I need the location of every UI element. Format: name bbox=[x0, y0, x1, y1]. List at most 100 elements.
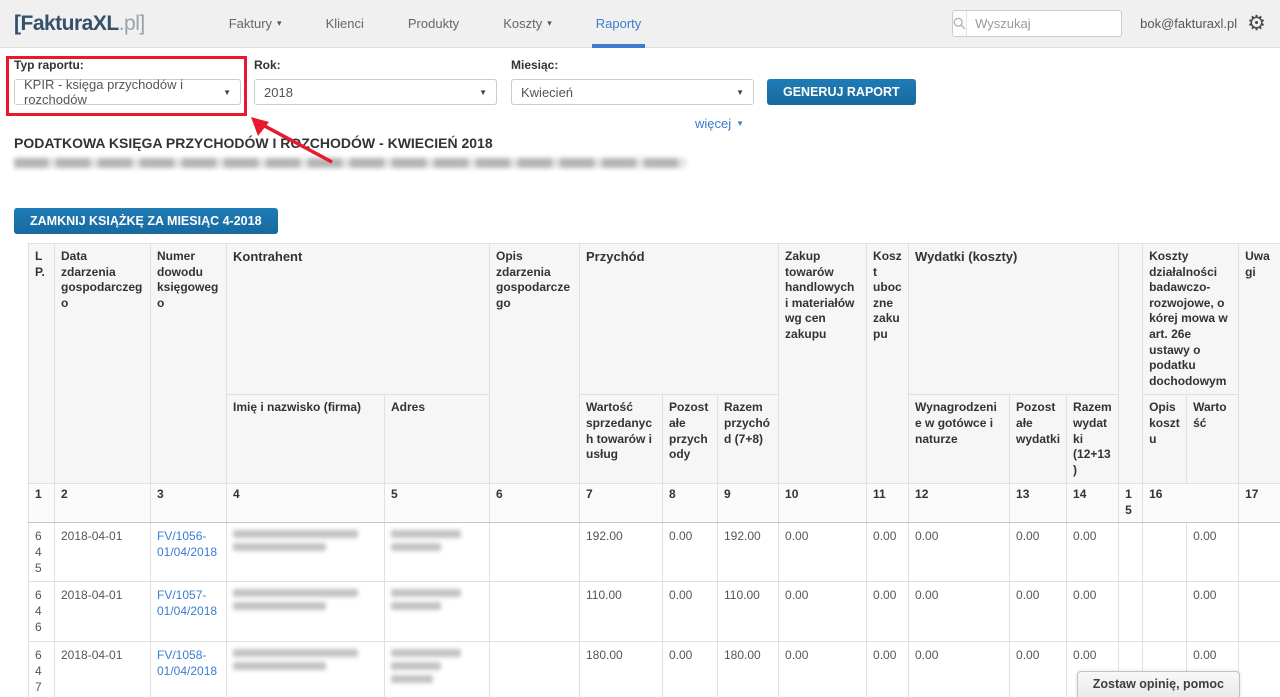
redacted-text bbox=[391, 649, 461, 657]
year-select[interactable]: 2018 ▼ bbox=[254, 79, 497, 105]
cell-kontrahent-addr bbox=[385, 522, 490, 582]
nav-item-faktury[interactable]: Faktury▾ bbox=[207, 0, 304, 48]
col-header-13: Pozostałe wydatki bbox=[1010, 395, 1067, 484]
cell-c8: 0.00 bbox=[663, 582, 718, 642]
nav-item-label: Raporty bbox=[596, 16, 642, 31]
chevron-down-icon: ▼ bbox=[736, 88, 744, 97]
cell-c12: 0.00 bbox=[909, 522, 1010, 582]
report-title: PODATKOWA KSIĘGA PRZYCHODÓW I ROZCHODÓW … bbox=[14, 135, 1280, 151]
report-type-select[interactable]: KPIR - księga przychodów i rozchodów ▼ bbox=[14, 79, 241, 105]
month-select[interactable]: Kwiecień ▼ bbox=[511, 79, 754, 105]
col-header-lp: LP. bbox=[29, 244, 55, 484]
table-column-number-row: 1234567891011121314151617 bbox=[29, 484, 1280, 522]
table-header-group-row: LP. Data zdarzenia gospodarczego Numer d… bbox=[29, 244, 1280, 395]
redacted-text bbox=[391, 675, 433, 683]
col-header-15 bbox=[1119, 244, 1143, 484]
col-header-wydatki: Wydatki (koszty) bbox=[909, 244, 1119, 395]
cell-c11: 0.00 bbox=[867, 582, 909, 642]
col-header-br: Koszty działalności badawczo-rozwojowe, … bbox=[1143, 244, 1239, 395]
col-header-14: Razem wydatki (12+13) bbox=[1067, 395, 1119, 484]
cell-opis bbox=[490, 522, 580, 582]
feedback-help-button[interactable]: Zostaw opinię, pomoc bbox=[1077, 671, 1240, 697]
nav-item-label: Faktury bbox=[229, 16, 272, 31]
nav-item-produkty[interactable]: Produkty bbox=[386, 0, 481, 48]
more-filters-link[interactable]: więcej ▼ bbox=[695, 116, 744, 131]
cell-uwagi bbox=[1239, 641, 1280, 697]
cell-c7: 110.00 bbox=[580, 582, 663, 642]
col-header-8: Pozostałe przychody bbox=[663, 395, 718, 484]
col-header-uwagi: Uwagi bbox=[1239, 244, 1280, 484]
filter-year: Rok: 2018 ▼ bbox=[254, 58, 497, 105]
search-box[interactable] bbox=[952, 10, 1122, 37]
report-content: PODATKOWA KSIĘGA PRZYCHODÓW I ROZCHODÓW … bbox=[0, 135, 1280, 697]
cell-c13: 0.00 bbox=[1010, 582, 1067, 642]
cell-kontrahent-addr bbox=[385, 641, 490, 697]
invoice-link[interactable]: FV/1058-01/04/2018 bbox=[157, 647, 217, 679]
redacted-text bbox=[391, 602, 441, 610]
cell-doc: FV/1058-01/04/2018 bbox=[151, 641, 227, 697]
generate-report-button[interactable]: GENERUJ RAPORT bbox=[767, 79, 916, 105]
col-header-koszt-uboczne: Koszt uboczne zakupu bbox=[867, 244, 909, 484]
close-month-book-button[interactable]: ZAMKNIJ KSIĄŻKĘ ZA MIESIĄC 4-2018 bbox=[14, 208, 278, 234]
invoice-link[interactable]: FV/1056-01/04/2018 bbox=[157, 528, 217, 560]
cell-c16-opis bbox=[1143, 582, 1187, 642]
column-number-7: 7 bbox=[580, 484, 663, 522]
cell-c13: 0.00 bbox=[1010, 641, 1067, 697]
nav-item-klienci[interactable]: Klienci bbox=[304, 0, 386, 48]
cell-kontrahent-addr bbox=[385, 582, 490, 642]
cell-c14: 0.00 bbox=[1067, 522, 1119, 582]
invoice-link[interactable]: FV/1057-01/04/2018 bbox=[157, 587, 217, 619]
column-number-16: 16 bbox=[1143, 484, 1239, 522]
cell-date: 2018-04-01 bbox=[55, 582, 151, 642]
cell-c9: 192.00 bbox=[718, 522, 779, 582]
redacted-company-info bbox=[14, 158, 686, 168]
cell-kontrahent-name bbox=[227, 582, 385, 642]
year-label: Rok: bbox=[254, 58, 497, 72]
cell-uwagi bbox=[1239, 522, 1280, 582]
cell-lp: 646 bbox=[29, 582, 55, 642]
column-number-2: 2 bbox=[55, 484, 151, 522]
chevron-down-icon: ▾ bbox=[547, 18, 552, 29]
year-value: 2018 bbox=[264, 85, 293, 100]
main-menu: Faktury▾KlienciProduktyKoszty▾Raporty bbox=[207, 0, 664, 48]
cell-opis bbox=[490, 641, 580, 697]
cell-c11: 0.00 bbox=[867, 522, 909, 582]
more-filters-label: więcej bbox=[695, 116, 731, 131]
column-number-6: 6 bbox=[490, 484, 580, 522]
top-nav: [FakturaXL.pl] Faktury▾KlienciProduktyKo… bbox=[0, 0, 1280, 48]
column-number-13: 13 bbox=[1010, 484, 1067, 522]
column-number-3: 3 bbox=[151, 484, 227, 522]
settings-gear-icon[interactable]: ⚙ bbox=[1247, 13, 1266, 34]
kpir-table: LP. Data zdarzenia gospodarczego Numer d… bbox=[28, 243, 1280, 697]
cell-c10: 0.00 bbox=[779, 641, 867, 697]
cell-c16-wartosc: 0.00 bbox=[1187, 522, 1239, 582]
cell-c9: 180.00 bbox=[718, 641, 779, 697]
report-type-label: Typ raportu: bbox=[14, 58, 241, 72]
cell-c12: 0.00 bbox=[909, 641, 1010, 697]
chevron-down-icon: ▼ bbox=[479, 88, 487, 97]
column-number-4: 4 bbox=[227, 484, 385, 522]
cell-c9: 110.00 bbox=[718, 582, 779, 642]
cell-c8: 0.00 bbox=[663, 641, 718, 697]
table-row: 6462018-04-01FV/1057-01/04/2018110.000.0… bbox=[29, 582, 1280, 642]
nav-item-raporty[interactable]: Raporty bbox=[574, 0, 664, 48]
nav-item-label: Klienci bbox=[326, 16, 364, 31]
nav-item-koszty[interactable]: Koszty▾ bbox=[481, 0, 574, 48]
cell-c11: 0.00 bbox=[867, 641, 909, 697]
chevron-down-icon: ▼ bbox=[736, 119, 744, 128]
cell-c12: 0.00 bbox=[909, 582, 1010, 642]
cell-opis bbox=[490, 582, 580, 642]
column-number-9: 9 bbox=[718, 484, 779, 522]
cell-date: 2018-04-01 bbox=[55, 522, 151, 582]
cell-c8: 0.00 bbox=[663, 522, 718, 582]
logo-main: [FakturaXL bbox=[14, 12, 119, 35]
column-number-10: 10 bbox=[779, 484, 867, 522]
col-header-opis: Opis zdarzenia gospodarczego bbox=[490, 244, 580, 484]
user-email[interactable]: bok@fakturaxl.pl bbox=[1140, 16, 1237, 31]
search-input[interactable] bbox=[967, 16, 1122, 31]
chevron-down-icon: ▼ bbox=[223, 88, 231, 97]
column-number-5: 5 bbox=[385, 484, 490, 522]
column-number-1: 1 bbox=[29, 484, 55, 522]
cell-c10: 0.00 bbox=[779, 522, 867, 582]
app-logo[interactable]: [FakturaXL.pl] bbox=[14, 12, 145, 36]
